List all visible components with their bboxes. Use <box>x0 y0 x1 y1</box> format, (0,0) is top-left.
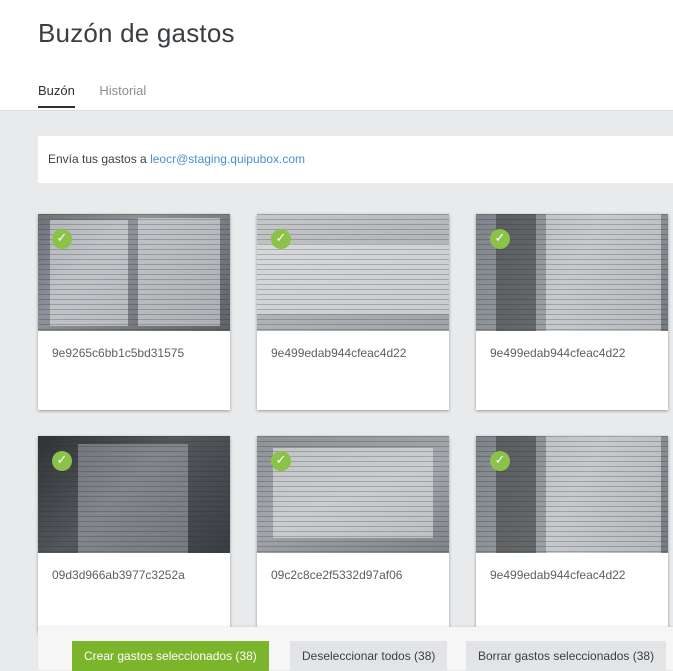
selected-check-icon[interactable]: ✓ <box>52 451 72 471</box>
inbox-email-link[interactable]: leocr@staging.quipubox.com <box>150 152 305 166</box>
card-label: 9e9265c6bb1c5bd31575 <box>52 346 185 360</box>
page-title: Buzón de gastos <box>38 18 235 48</box>
action-bar: Crear gastos seleccionados (38) Deselecc… <box>38 627 673 671</box>
expense-card[interactable]: ✓ 9e9265c6bb1c5bd31575 <box>38 214 230 410</box>
expense-card[interactable]: ✓ 09c2c8ce2f5332d97af06 <box>257 436 449 632</box>
selected-check-icon[interactable]: ✓ <box>52 229 72 249</box>
tab-bar: Buzón Historial <box>38 82 166 110</box>
expense-card[interactable]: ✓ 9e499edab944cfeac4d22 <box>476 436 668 632</box>
card-label: 09c2c8ce2f5332d97af06 <box>271 568 403 582</box>
email-info-bar: Envía tus gastos a leocr@staging.quipubo… <box>38 136 673 183</box>
selected-check-icon[interactable]: ✓ <box>271 451 291 471</box>
expense-card[interactable]: ✓ 9e499edab944cfeac4d22 <box>257 214 449 410</box>
tab-buzon[interactable]: Buzón <box>38 83 75 108</box>
tab-historial[interactable]: Historial <box>99 83 146 106</box>
deselect-all-button[interactable]: Deseleccionar todos (38) <box>290 641 448 671</box>
card-label: 09d3d966ab3977c3252a <box>52 568 185 582</box>
card-label: 9e499edab944cfeac4d22 <box>490 568 626 582</box>
expense-card[interactable]: ✓ 09d3d966ab3977c3252a <box>38 436 230 632</box>
expense-card[interactable]: ✓ 9e499edab944cfeac4d22 <box>476 214 668 410</box>
delete-selected-button[interactable]: Borrar gastos seleccionados (38) <box>466 641 667 671</box>
selected-check-icon[interactable]: ✓ <box>490 229 510 249</box>
page-header: Buzón de gastos Buzón Historial <box>0 0 673 111</box>
card-label: 9e499edab944cfeac4d22 <box>490 346 626 360</box>
selected-check-icon[interactable]: ✓ <box>271 229 291 249</box>
card-label: 9e499edab944cfeac4d22 <box>271 346 407 360</box>
email-info-text: Envía tus gastos a leocr@staging.quipubo… <box>48 152 305 166</box>
create-selected-button[interactable]: Crear gastos seleccionados (38) <box>72 641 269 671</box>
selected-check-icon[interactable]: ✓ <box>490 451 510 471</box>
email-info-label: Envía tus gastos a <box>48 152 151 166</box>
